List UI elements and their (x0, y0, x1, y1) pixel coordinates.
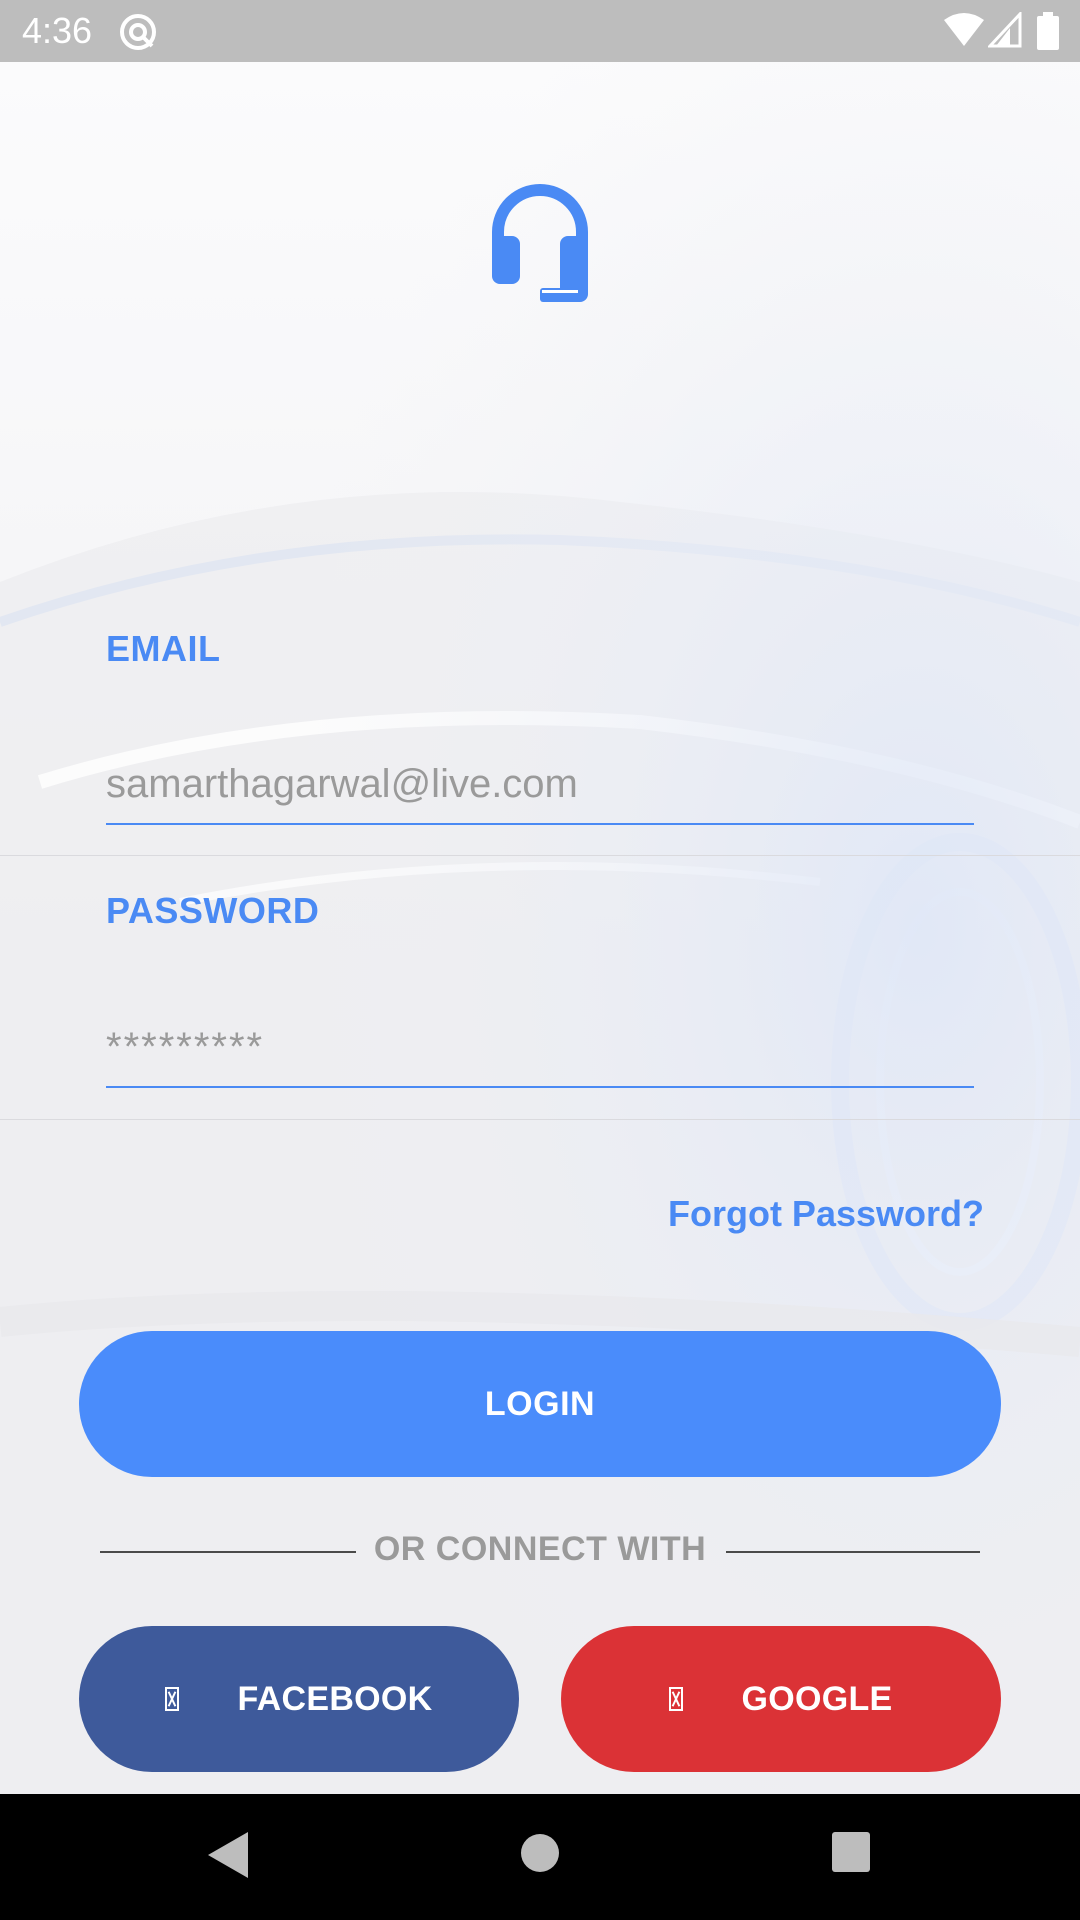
status-time: 4:36 (22, 10, 93, 51)
login-button[interactable]: LOGIN (79, 1331, 1001, 1477)
navigation-bar (0, 1794, 1080, 1920)
facebook-icon (165, 1687, 180, 1711)
headset-icon (492, 184, 588, 302)
login-button-label: LOGIN (484, 1384, 596, 1423)
google-button[interactable]: GOOGLE (561, 1626, 1001, 1772)
email-label: EMAIL (106, 628, 221, 669)
back-icon[interactable] (204, 1830, 250, 1880)
status-bar: 4:36 (0, 0, 1080, 62)
facebook-button-label: FACEBOOK (237, 1679, 433, 1718)
google-button-label: GOOGLE (741, 1679, 893, 1718)
email-field[interactable] (106, 745, 974, 825)
or-connect-text: OR CONNECT WITH (373, 1530, 707, 1568)
forgot-password-link[interactable]: Forgot Password? (668, 1193, 984, 1235)
facebook-button[interactable]: FACEBOOK (79, 1626, 519, 1772)
cell-signal-icon (988, 12, 1022, 48)
divider (0, 855, 1080, 856)
recents-icon[interactable] (830, 1830, 872, 1874)
home-icon[interactable] (519, 1832, 561, 1874)
google-icon (669, 1687, 684, 1711)
app-notification-icon (120, 14, 156, 50)
divider-line (726, 1551, 980, 1553)
battery-icon (1037, 12, 1059, 50)
password-label: PASSWORD (106, 890, 320, 931)
or-connect-divider: OR CONNECT WITH (100, 1530, 980, 1574)
divider (0, 1119, 1080, 1120)
wifi-icon (944, 13, 984, 46)
password-field[interactable] (106, 1008, 974, 1088)
